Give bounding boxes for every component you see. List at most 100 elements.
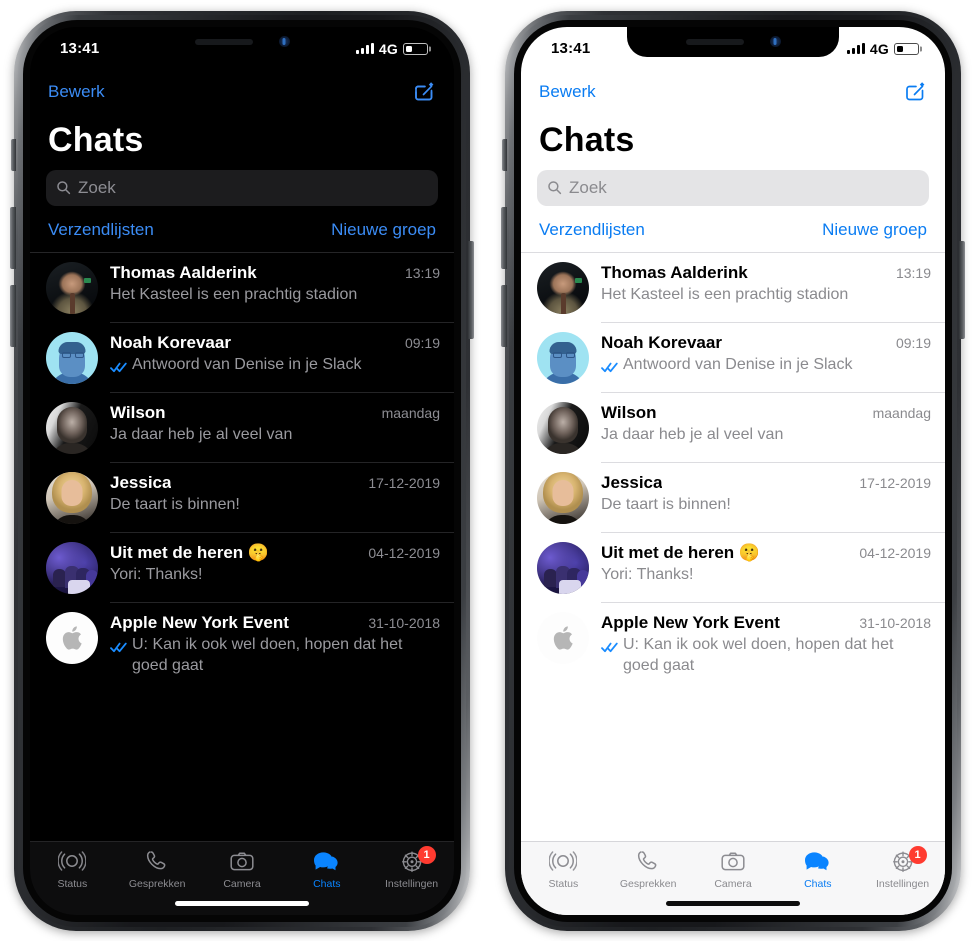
app-ui-dark: 13:41 4G Bewerk Chats Zoek Verzendlijste… bbox=[30, 26, 454, 915]
chat-item-body: Uit met de heren 🤫 04-12-2019 Yori: Than… bbox=[110, 542, 440, 585]
chat-list-item[interactable]: Wilson maandag Ja daar heb je al veel va… bbox=[30, 393, 454, 463]
tab-camera[interactable]: Camera bbox=[200, 849, 285, 890]
compose-icon[interactable] bbox=[903, 80, 927, 104]
chat-timestamp: 31-10-2018 bbox=[368, 614, 440, 631]
tab-instellingen[interactable]: Instellingen 1 bbox=[369, 845, 454, 890]
status-time: 13:41 bbox=[551, 40, 591, 57]
tab-label: Camera bbox=[714, 877, 752, 890]
network-label: 4G bbox=[869, 40, 889, 57]
chat-list-dark[interactable]: Thomas Aalderink 13:19 Het Kasteel is ee… bbox=[30, 251, 454, 841]
chat-contact-name: Jessica bbox=[110, 472, 172, 492]
chat-bubbles-icon bbox=[804, 849, 832, 875]
broadcast-lists-button[interactable]: Verzendlijsten bbox=[48, 220, 154, 240]
status-rings-icon bbox=[58, 849, 87, 875]
chat-bubbles-icon bbox=[313, 849, 341, 875]
chat-message-preview: Antwoord van Denise in je Slack bbox=[601, 354, 931, 379]
chat-list-item[interactable]: Noah Korevaar 09:19 Antwoord van Denise … bbox=[521, 323, 945, 393]
chat-preview-text: Het Kasteel is een prachtig stadion bbox=[601, 285, 849, 303]
tab-chats[interactable]: Chats bbox=[284, 849, 369, 890]
earpiece-speaker-icon bbox=[194, 38, 253, 45]
chat-contact-name: Wilson bbox=[601, 402, 657, 422]
chat-item-body: Jessica 17-12-2019 De taart is binnen! bbox=[601, 472, 931, 515]
chat-preview-text: Yori: Thanks! bbox=[601, 565, 694, 583]
tab-label: Instellingen bbox=[876, 877, 930, 890]
chat-list-item[interactable]: Apple New York Event 31-10-2018 U: Kan i… bbox=[521, 603, 945, 685]
chat-list-light[interactable]: Thomas Aalderink 13:19 Het Kasteel is ee… bbox=[521, 251, 945, 841]
power-button[interactable] bbox=[959, 240, 965, 339]
app-ui-light: 13:41 4G Bewerk Chats Zoek Verzendlijste… bbox=[521, 26, 945, 915]
chat-list-item[interactable]: Uit met de heren 🤫 04-12-2019 Yori: Than… bbox=[30, 533, 454, 603]
volume-down-button[interactable] bbox=[10, 284, 16, 347]
chat-message-preview: De taart is binnen! bbox=[110, 494, 440, 515]
new-group-button[interactable]: Nieuwe groep bbox=[822, 220, 927, 240]
chat-contact-name: Apple New York Event bbox=[110, 612, 289, 632]
compose-icon[interactable] bbox=[412, 80, 436, 104]
broadcast-lists-button[interactable]: Verzendlijsten bbox=[539, 220, 645, 240]
tab-status[interactable]: Status bbox=[30, 849, 115, 890]
chat-message-preview: Het Kasteel is een prachtig stadion bbox=[601, 284, 931, 305]
chat-preview-text: Ja daar heb je al veel van bbox=[601, 425, 784, 443]
chat-contact-name: Wilson bbox=[110, 402, 166, 422]
tab-camera[interactable]: Camera bbox=[691, 849, 776, 890]
tab-gesprekken[interactable]: Gesprekken bbox=[606, 849, 691, 890]
tab-instellingen[interactable]: Instellingen 1 bbox=[860, 845, 945, 890]
chat-preview-text: U: Kan ik ook wel doen, hopen dat het go… bbox=[132, 635, 403, 674]
chat-list-item[interactable]: Thomas Aalderink 13:19 Het Kasteel is ee… bbox=[521, 253, 945, 323]
home-indicator[interactable] bbox=[666, 900, 800, 906]
mute-switch-button[interactable] bbox=[11, 138, 16, 171]
chat-list-item[interactable]: Jessica 17-12-2019 De taart is binnen! bbox=[30, 463, 454, 533]
chat-list-item[interactable]: Apple New York Event 31-10-2018 U: Kan i… bbox=[30, 603, 454, 685]
search-placeholder: Zoek bbox=[78, 177, 116, 197]
phone-icon bbox=[143, 849, 171, 875]
search-input[interactable]: Zoek bbox=[46, 169, 438, 206]
chat-contact-name: Noah Korevaar bbox=[601, 332, 722, 352]
status-indicators: 4G bbox=[355, 41, 428, 57]
read-receipt-icon bbox=[110, 362, 127, 372]
volume-up-button[interactable] bbox=[501, 206, 507, 269]
phone-icon bbox=[634, 849, 662, 875]
chat-item-body: Apple New York Event 31-10-2018 U: Kan i… bbox=[601, 612, 931, 676]
chat-list-item[interactable]: Uit met de heren 🤫 04-12-2019 Yori: Than… bbox=[521, 533, 945, 603]
two-phone-comparison: 13:41 4G Bewerk Chats Zoek Verzendlijste… bbox=[0, 0, 975, 941]
avatar bbox=[46, 471, 98, 524]
chat-list-item[interactable]: Thomas Aalderink 13:19 Het Kasteel is ee… bbox=[30, 253, 454, 323]
search-input[interactable]: Zoek bbox=[537, 169, 929, 206]
chat-item-body: Thomas Aalderink 13:19 Het Kasteel is ee… bbox=[601, 262, 931, 305]
chat-list-item[interactable]: Noah Korevaar 09:19 Antwoord van Denise … bbox=[30, 323, 454, 393]
notification-badge: 1 bbox=[908, 845, 927, 864]
screen-light: 13:41 4G Bewerk Chats Zoek Verzendlijste… bbox=[521, 26, 945, 915]
chat-item-header: Wilson maandag bbox=[601, 403, 931, 423]
chat-contact-name: Thomas Aalderink bbox=[601, 262, 748, 282]
chat-item-header: Thomas Aalderink 13:19 bbox=[601, 263, 931, 283]
chat-message-preview: De taart is binnen! bbox=[601, 494, 931, 515]
new-group-button[interactable]: Nieuwe groep bbox=[331, 220, 436, 240]
tab-label: Gesprekken bbox=[128, 877, 186, 890]
chat-list-item[interactable]: Wilson maandag Ja daar heb je al veel va… bbox=[521, 393, 945, 463]
notch bbox=[136, 26, 348, 57]
chat-timestamp: maandag bbox=[381, 404, 440, 421]
read-receipt-icon bbox=[110, 642, 127, 652]
chat-list-item[interactable]: Jessica 17-12-2019 De taart is binnen! bbox=[521, 463, 945, 533]
volume-up-button[interactable] bbox=[10, 206, 16, 269]
chat-timestamp: 13:19 bbox=[895, 264, 931, 281]
tab-status[interactable]: Status bbox=[521, 849, 606, 890]
volume-down-button[interactable] bbox=[501, 284, 507, 347]
chat-preview-text: De taart is binnen! bbox=[110, 495, 240, 513]
search-placeholder: Zoek bbox=[569, 177, 607, 197]
tab-chats[interactable]: Chats bbox=[775, 849, 860, 890]
edit-button[interactable]: Bewerk bbox=[539, 82, 596, 102]
home-indicator[interactable] bbox=[175, 900, 309, 906]
power-button[interactable] bbox=[468, 240, 474, 339]
chat-timestamp: 04-12-2019 bbox=[859, 544, 931, 561]
mute-switch-button[interactable] bbox=[502, 138, 507, 171]
chat-item-header: Wilson maandag bbox=[110, 403, 440, 423]
read-receipt-icon bbox=[601, 362, 618, 372]
chat-item-header: Noah Korevaar 09:19 bbox=[110, 333, 440, 353]
chat-timestamp: maandag bbox=[872, 404, 931, 421]
notch bbox=[627, 26, 839, 57]
edit-button[interactable]: Bewerk bbox=[48, 82, 105, 102]
screen-dark: 13:41 4G Bewerk Chats Zoek Verzendlijste… bbox=[30, 26, 454, 915]
chat-message-preview: U: Kan ik ook wel doen, hopen dat het go… bbox=[601, 634, 931, 676]
chat-item-header: Jessica 17-12-2019 bbox=[110, 473, 440, 493]
tab-gesprekken[interactable]: Gesprekken bbox=[115, 849, 200, 890]
